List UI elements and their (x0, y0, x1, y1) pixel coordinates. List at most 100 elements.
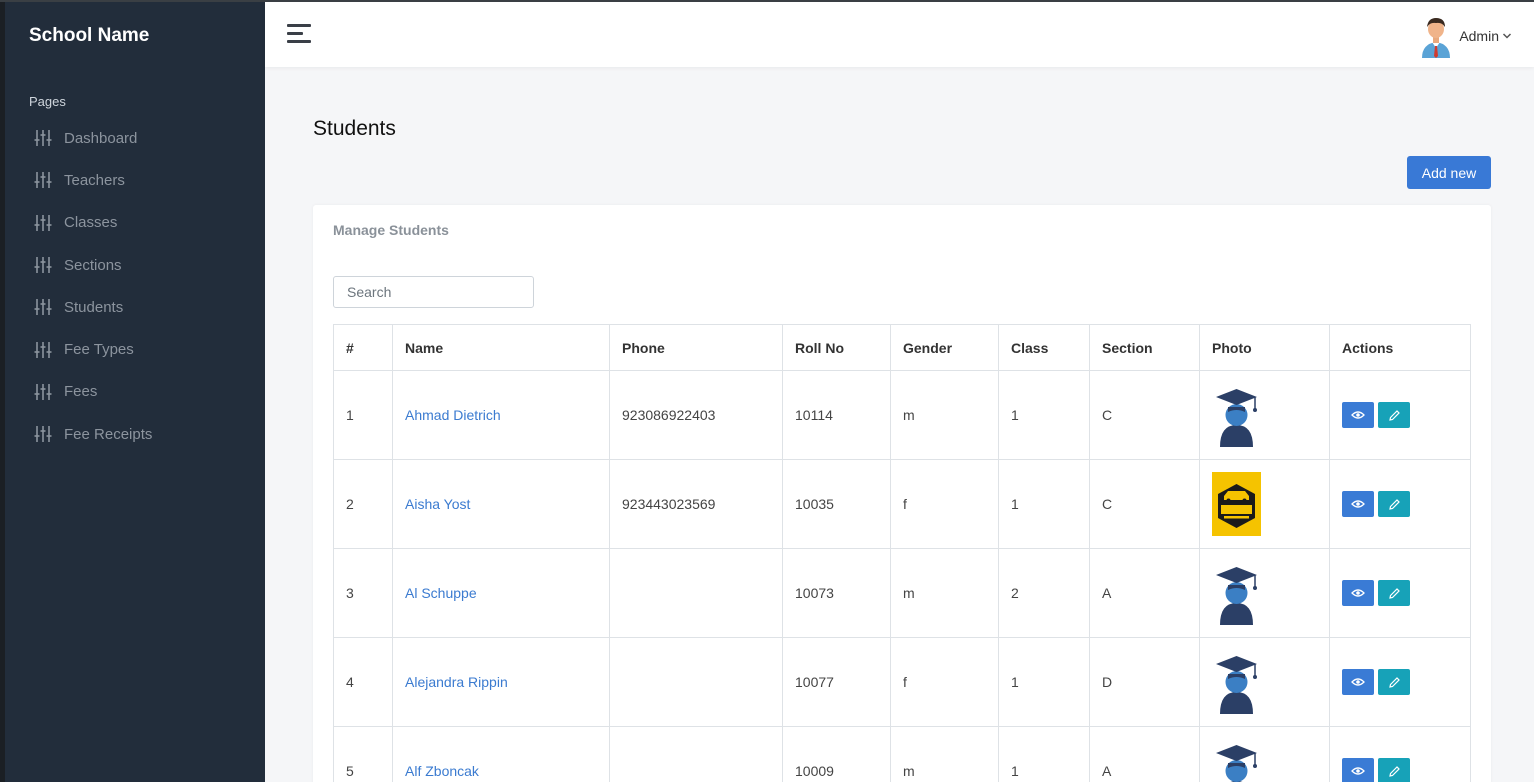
view-button[interactable] (1342, 580, 1374, 606)
actions-cell (1329, 370, 1471, 460)
sidebar-item-label: Fee Types (64, 341, 134, 359)
class-cell: 1 (998, 459, 1090, 549)
students-table: # Name Phone Roll No Gender Class Sectio… (333, 324, 1471, 782)
sliders-icon (34, 214, 52, 231)
student-name-link[interactable]: Al Schuppe (405, 585, 477, 601)
hamburger-bar (287, 24, 311, 27)
gender-cell: m (890, 548, 999, 638)
roll-no-cell: 10073 (782, 548, 891, 638)
edit-button[interactable] (1378, 669, 1410, 695)
sidebar-item-label: Classes (64, 214, 118, 232)
table-row: 1 Ahmad Dietrich 923086922403 10114 m 1 … (333, 370, 1471, 460)
edit-button[interactable] (1378, 402, 1410, 428)
view-button[interactable] (1342, 402, 1374, 428)
sidebar-item-fee-receipts[interactable]: Fee Receipts (33, 413, 152, 455)
top-header: Admin (265, 2, 1534, 67)
sidebar-item-label: Teachers (64, 171, 125, 189)
column-header[interactable]: # (333, 324, 393, 371)
sidebar-section-label: Pages (29, 94, 66, 109)
sidebar-item-teachers[interactable]: Teachers (33, 159, 152, 201)
section-cell: C (1089, 459, 1200, 549)
column-header[interactable]: Section (1089, 324, 1200, 371)
class-cell: 1 (998, 637, 1090, 727)
row-number: 2 (333, 459, 393, 549)
column-header[interactable]: Class (998, 324, 1090, 371)
add-new-button[interactable]: Add new (1407, 156, 1491, 189)
roll-no-cell: 10077 (782, 637, 891, 727)
column-header[interactable]: Phone (609, 324, 783, 371)
column-header: Photo (1199, 324, 1330, 371)
sidebar-nav: Dashboard Teachers Classes Sections Stud… (33, 117, 152, 455)
pencil-icon (1388, 765, 1400, 777)
view-button[interactable] (1342, 491, 1374, 517)
edit-button[interactable] (1378, 491, 1410, 517)
graduate-icon (1216, 389, 1257, 447)
phone-cell: 923443023569 (609, 459, 783, 549)
table-header-row: # Name Phone Roll No Gender Class Sectio… (333, 324, 1471, 371)
user-menu[interactable]: Admin (1419, 14, 1512, 58)
section-cell: A (1089, 726, 1200, 782)
sidebar-item-dashboard[interactable]: Dashboard (33, 117, 152, 159)
gender-cell: f (890, 637, 999, 727)
pencil-icon (1388, 498, 1400, 510)
brand-title[interactable]: School Name (29, 25, 149, 47)
sliders-icon (34, 257, 52, 274)
roll-no-cell: 10035 (782, 459, 891, 549)
column-header[interactable]: Name (392, 324, 610, 371)
column-header[interactable]: Gender (890, 324, 999, 371)
search-input[interactable] (333, 276, 534, 308)
edit-button[interactable] (1378, 580, 1410, 606)
sidebar-item-classes[interactable]: Classes (33, 202, 152, 244)
page-title: Students (313, 117, 396, 140)
row-number: 1 (333, 370, 393, 460)
eye-icon (1351, 678, 1365, 686)
pencil-icon (1388, 676, 1400, 688)
sidebar-item-fee-types[interactable]: Fee Types (33, 328, 152, 370)
pencil-icon (1388, 587, 1400, 599)
sliders-icon (34, 172, 52, 189)
sidebar: School Name Pages Dashboard Teachers Cla… (0, 0, 265, 782)
class-cell: 1 (998, 370, 1090, 460)
column-header[interactable]: Roll No (782, 324, 891, 371)
table-row: 3 Al Schuppe 10073 m 2 A (333, 548, 1471, 638)
section-cell: C (1089, 370, 1200, 460)
view-button[interactable] (1342, 669, 1374, 695)
roll-no-cell: 10009 (782, 726, 891, 782)
section-cell: A (1089, 548, 1200, 638)
column-header: Actions (1329, 324, 1471, 371)
graduate-icon (1216, 656, 1257, 714)
eye-icon (1351, 411, 1365, 419)
sliders-icon (34, 383, 52, 400)
student-name-link[interactable]: Alf Zboncak (405, 763, 479, 779)
row-number: 4 (333, 637, 393, 727)
gender-cell: m (890, 726, 999, 782)
class-cell: 2 (998, 548, 1090, 638)
sliders-icon (34, 426, 52, 443)
sidebar-item-label: Students (64, 298, 124, 316)
sidebar-item-label: Fee Receipts (64, 425, 153, 443)
gender-cell: f (890, 459, 999, 549)
top-border (0, 0, 1534, 2)
user-name: Admin (1459, 28, 1499, 44)
eye-icon (1351, 767, 1365, 775)
hamburger-bar (287, 40, 311, 43)
sliders-icon (34, 341, 52, 358)
photo-cell (1199, 548, 1330, 638)
avatar-icon (1422, 18, 1451, 58)
sidebar-item-fees[interactable]: Fees (33, 371, 152, 413)
sidebar-item-sections[interactable]: Sections (33, 244, 152, 286)
royal-logo (1212, 472, 1261, 536)
photo-cell (1199, 637, 1330, 727)
phone-cell: 923086922403 (609, 370, 783, 460)
sidebar-item-students[interactable]: Students (33, 286, 152, 328)
roll-no-cell: 10114 (782, 370, 891, 460)
student-name-link[interactable]: Aisha Yost (405, 496, 470, 512)
hamburger-icon[interactable] (287, 24, 311, 44)
graduate-icon (1216, 745, 1257, 782)
student-name-link[interactable]: Alejandra Rippin (405, 674, 508, 690)
sidebar-item-label: Sections (64, 256, 122, 274)
view-button[interactable] (1342, 758, 1374, 782)
edit-button[interactable] (1378, 758, 1410, 782)
phone-cell (609, 548, 783, 638)
student-name-link[interactable]: Ahmad Dietrich (405, 407, 501, 423)
